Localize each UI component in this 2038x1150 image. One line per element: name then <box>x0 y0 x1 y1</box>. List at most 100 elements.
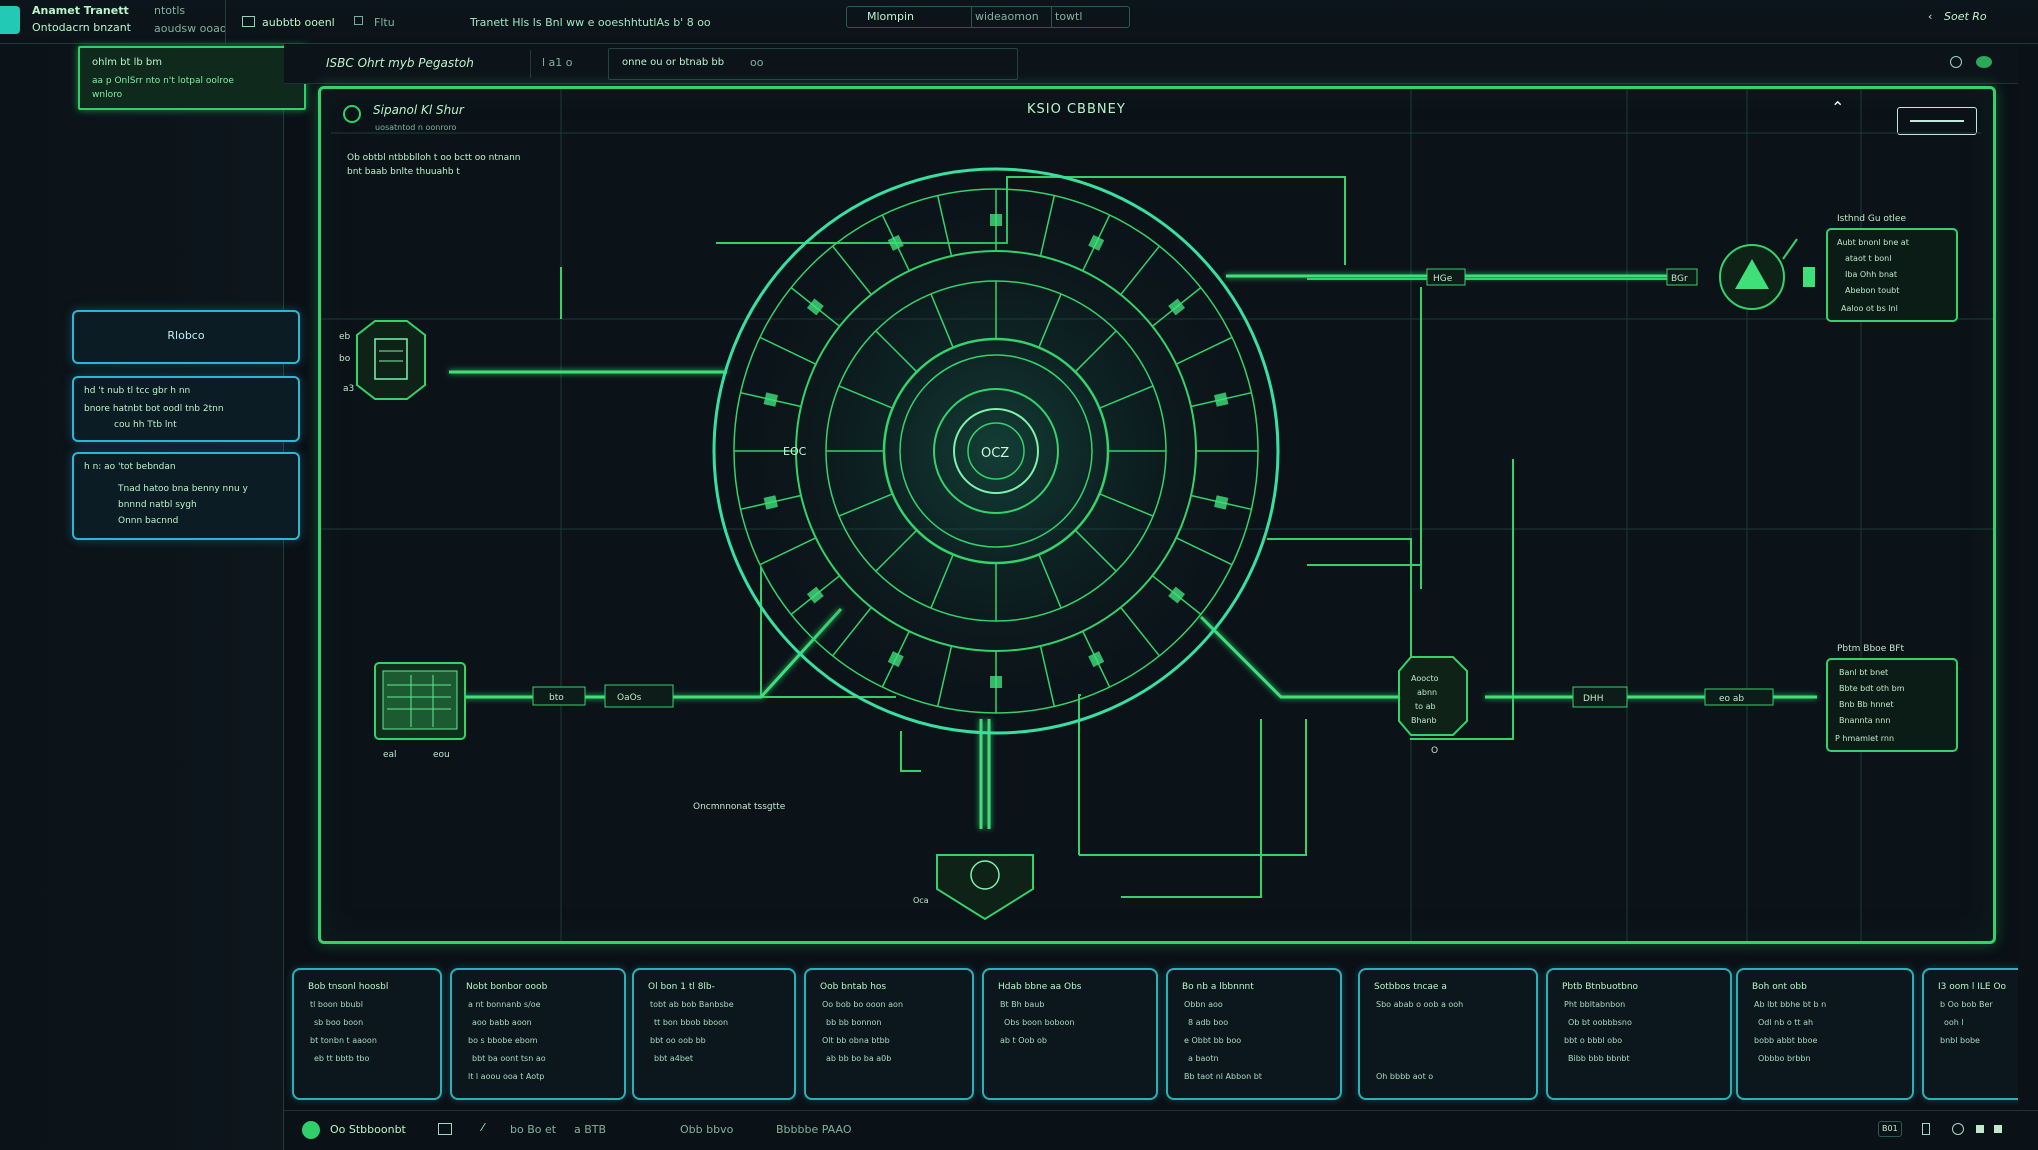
info-icon[interactable] <box>1952 1123 1964 1135</box>
header-field-value: onne ou or btnab bb <box>622 57 725 68</box>
node-label: eb <box>339 332 351 342</box>
card-line: eb tt bbtb tbo <box>314 1054 370 1063</box>
core-label: OCZ <box>981 446 1009 461</box>
app-subtitle-right2: aoudsw ooao <box>154 22 227 35</box>
status-card[interactable]: Boh ont obb Ab lbt bbhe bt b n Odl nb o tt… <box>1736 968 1914 1100</box>
card-title: Hdab bbne aa Obs <box>998 982 1082 992</box>
divider <box>1051 7 1052 27</box>
card-line: Odl nb o tt ah <box>1758 1018 1814 1027</box>
status-card[interactable]: Nobt bonbor ooob a nt bonnanb s/oe aoo bab… <box>450 968 626 1100</box>
edit-icon[interactable]: ⁄ <box>482 1121 484 1135</box>
toolbar-item[interactable]: Bbbbbe PAAO <box>776 1123 852 1137</box>
card-line: bo s bbobe ebom <box>468 1036 538 1045</box>
card-title: Ol bon 1 tl 8lb- <box>648 982 715 992</box>
ring-module-icon <box>990 676 1002 688</box>
card-line: ooh l <box>1944 1018 1964 1027</box>
doc-icon[interactable] <box>438 1123 452 1135</box>
status-card[interactable]: Sotbbos tncae a Sbo abab o oob a ooh Oh bb… <box>1358 968 1538 1100</box>
left-card-details[interactable]: h n: ao 'tot bebndan Tnad hatoo bna benn… <box>72 452 300 540</box>
node-label: Oca <box>913 896 929 905</box>
card-line: Pht bbltabnbon <box>1564 1000 1626 1009</box>
card-line: tl boon bbubl <box>310 1000 363 1009</box>
status-card[interactable]: Ol bon 1 tl 8lb-tobt ab bob Banbsbe tt bo… <box>632 968 796 1100</box>
status-chip-label: B01 <box>1882 1124 1898 1133</box>
tab-wideaomon[interactable]: wideaomon <box>975 10 1039 24</box>
app-subtitle: Ontodacrn bnzant <box>32 21 131 34</box>
status-chip[interactable]: B01 <box>1878 1121 1902 1137</box>
card-title: Sotbbos tncae a <box>1374 982 1447 992</box>
left-button-primary[interactable]: Rlobco <box>72 310 300 364</box>
card-title: Pbtb Btnbuotbno <box>1562 982 1639 992</box>
right-scrollbar[interactable] <box>2018 44 2038 1110</box>
status-card[interactable]: Bo nb a lbbnnnt Obbn aoo 8 adb boo e Obbt b… <box>1166 968 1342 1100</box>
card-line: Obs boon boboon <box>1004 1018 1075 1027</box>
tab-files[interactable]: Fltu <box>374 16 395 30</box>
header-field-end: oo <box>750 56 764 69</box>
card-line: h n: ao 'tot bebndan <box>84 462 176 472</box>
bottom-node <box>936 854 1034 921</box>
header-field[interactable]: l a1 o <box>542 56 573 70</box>
info-line: Aubt bnonl bne at <box>1837 238 1909 247</box>
info-line: Bnannta nnn <box>1839 716 1890 725</box>
settings-icon[interactable] <box>1950 56 1962 68</box>
info-line: ataot t bonl <box>1845 254 1891 263</box>
card-line: e Obbt bb boo <box>1184 1036 1242 1045</box>
stop-icon[interactable] <box>1994 1125 2002 1133</box>
divider <box>530 50 531 78</box>
card-line: Oh bbbb aot o <box>1376 1072 1434 1081</box>
node-label: eal <box>383 750 397 760</box>
card-line: Obbbo brbbn <box>1758 1054 1811 1063</box>
info-line: P hmamlet rnn <box>1835 734 1894 743</box>
card-line: tobt ab bob Banbsbe <box>650 1000 734 1009</box>
chip-label: eo ab <box>1719 694 1744 704</box>
node-line: Aoocto <box>1411 674 1439 683</box>
ring-label: EOC <box>783 445 807 458</box>
bottom-toolbar: Oo Stbboonbt ⁄ bo Bo et a BTB Obb bbvo B… <box>284 1110 2038 1150</box>
card-line: aoo babb aoon <box>472 1018 532 1027</box>
left-card-info[interactable]: hd 't nub tl tcc gbr h nn bnore hatnbt b… <box>72 376 300 442</box>
node-label: O <box>1431 746 1438 756</box>
terminal-node <box>374 662 466 740</box>
divider <box>971 7 972 27</box>
toolbar-item[interactable]: a BTB <box>574 1123 606 1137</box>
status-card[interactable]: Hdab bbne aa Obs Bt Bh baub Obs boon boboo… <box>982 968 1158 1100</box>
card-line: hd 't nub tl tcc gbr h nn <box>84 386 191 396</box>
info-line: Banl bt bnet <box>1839 668 1888 677</box>
status-card[interactable]: Bob tnsonl hoosbl tl boon bbubl sb boo boo… <box>292 968 442 1100</box>
card-line: bnnnd natbl sygh <box>118 500 197 510</box>
left-panel <box>0 44 284 1150</box>
chip-label: DHH <box>1583 694 1603 704</box>
user-label[interactable]: Soet Ro <box>1944 10 1987 24</box>
info-line: Bbte bdt oth bm <box>1839 684 1905 693</box>
tab-towtl[interactable]: towtl <box>1055 10 1082 24</box>
tab-group: Mlompin wideaomon towtl <box>846 6 1130 28</box>
status-card[interactable]: Oob bntab hos Oo bob bo ooon aon bb bb bon… <box>804 968 974 1100</box>
diagram-label: Oncmnnonat tssgtte <box>693 802 786 812</box>
toolbar-item[interactable]: Obb bbvo <box>680 1123 733 1137</box>
status-card[interactable]: Pbtb Btnbuotbno Pht bbltabnbon Ob bt oobbb… <box>1546 968 1732 1100</box>
card-line: bobb abbt bboe <box>1754 1036 1818 1045</box>
node-label: eou <box>433 750 450 760</box>
card-line: b Oo bob Ber <box>1940 1000 1993 1009</box>
back-icon[interactable]: ‹ <box>1928 10 1932 24</box>
card-line: ab bb bo ba a0b <box>826 1054 892 1063</box>
toolbar-item[interactable]: bo Bo et <box>510 1123 556 1137</box>
card-line: Sbo abab o oob a ooh <box>1376 1000 1464 1009</box>
info-line: Iba Ohh bnat <box>1845 270 1897 279</box>
chip-label: OaOs <box>617 693 642 703</box>
tab-icon[interactable] <box>354 16 363 25</box>
tab-mlompin[interactable]: Mlompin <box>867 10 914 24</box>
checkbox[interactable] <box>242 16 255 27</box>
node-line: to ab <box>1415 702 1436 711</box>
card-line: bnore hatnbt bot oodl tnb 2tnn <box>84 404 224 414</box>
status-icon[interactable] <box>1976 56 1992 68</box>
app-logo-icon[interactable] <box>0 6 20 34</box>
play-icon[interactable] <box>302 1121 320 1139</box>
page-title: ISBC Ohrt myb Pegastoh <box>326 56 474 70</box>
card-line: bbt ba oont tsn ao <box>472 1054 546 1063</box>
card-title: Nobt bonbor ooob <box>466 982 548 992</box>
highlight-panel[interactable]: ohlm bt lb bm aa p OnlSrr nto n't lotpal… <box>78 46 306 110</box>
info-title: Isthnd Gu otlee <box>1837 214 1906 224</box>
toolbar-item[interactable]: Oo Stbboonbt <box>330 1123 406 1137</box>
stop-icon[interactable] <box>1976 1125 1984 1133</box>
